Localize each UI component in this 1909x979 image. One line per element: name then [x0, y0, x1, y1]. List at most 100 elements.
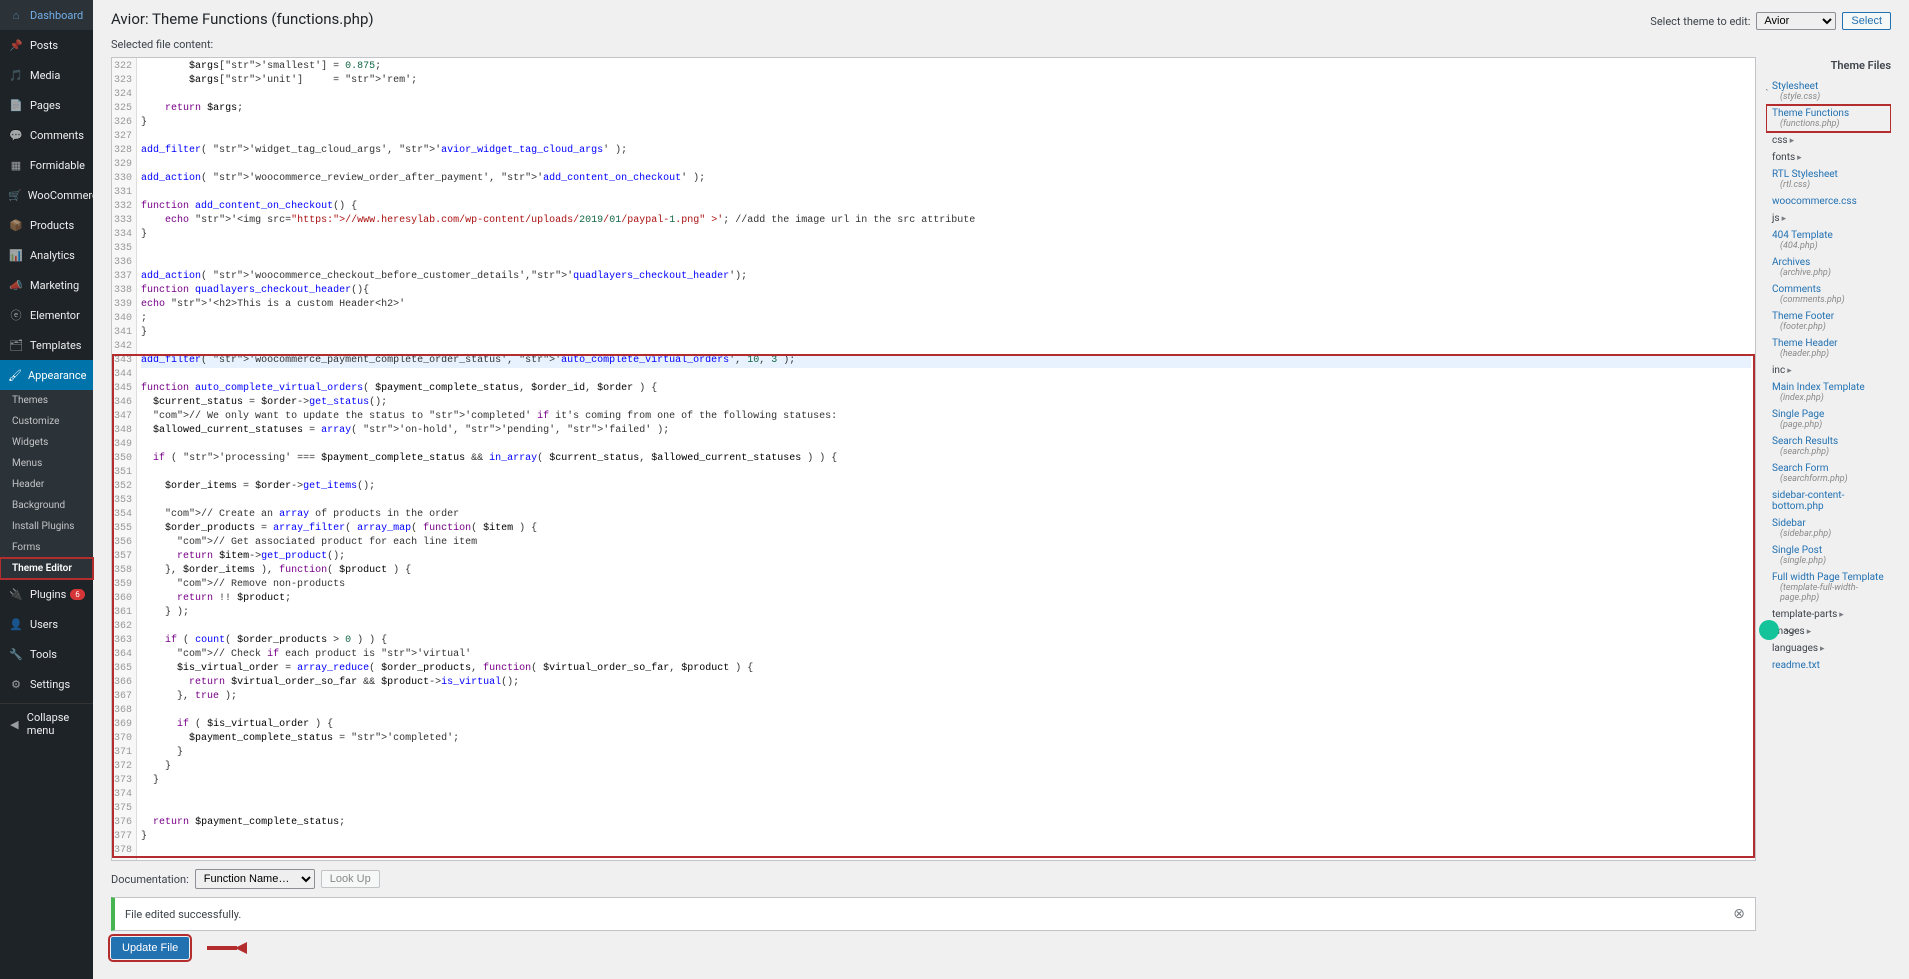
products-icon: 📦	[8, 217, 24, 233]
grammarly-chevron-icon[interactable]: ﹀	[1785, 626, 1797, 643]
tree-sub: (footer.php)	[1772, 322, 1889, 332]
dismiss-notice-icon[interactable]: ⊗	[1733, 906, 1745, 922]
tree-link[interactable]: Stylesheet	[1772, 81, 1889, 92]
tree-item[interactable]: Theme Functions(functions.php)	[1766, 105, 1891, 132]
scroll-up-icon[interactable]: ︿	[1766, 78, 1768, 93]
tree-item[interactable]: woocommerce.css	[1766, 193, 1891, 210]
tree-link[interactable]: Full width Page Template	[1772, 572, 1889, 583]
tree-link[interactable]: 404 Template	[1772, 230, 1889, 241]
tree-item[interactable]: Single Page(page.php)	[1766, 406, 1891, 433]
red-arrow-icon	[197, 940, 247, 956]
menu-item-formidable[interactable]: ▦Formidable	[0, 150, 93, 180]
tree-link[interactable]: sidebar-content-bottom.php	[1772, 490, 1889, 512]
submenu-item-themes[interactable]: Themes	[0, 390, 93, 411]
collapse-icon: ◀	[8, 716, 21, 732]
tree-folder-js[interactable]: js▸	[1766, 210, 1891, 227]
tree-folder-css[interactable]: css▸	[1766, 132, 1891, 149]
tree-item[interactable]: Theme Footer(footer.php)	[1766, 308, 1891, 335]
select-theme-button[interactable]: Select	[1842, 12, 1891, 30]
code-editor[interactable]: 3223233243253263273283293303313323333343…	[111, 57, 1756, 861]
tree-link[interactable]: Single Post	[1772, 545, 1889, 556]
submenu-item-forms[interactable]: Forms	[0, 537, 93, 558]
tree-link[interactable]: Theme Header	[1772, 338, 1889, 349]
submenu-item-theme-editor[interactable]: Theme Editor	[0, 558, 93, 579]
tree-link[interactable]: Archives	[1772, 257, 1889, 268]
update-file-button[interactable]: Update File	[111, 937, 189, 959]
menu-item-templates[interactable]: 🗂Templates	[0, 330, 93, 360]
menu-item-comments[interactable]: 💬Comments	[0, 120, 93, 150]
tree-item[interactable]: sidebar-content-bottom.php	[1766, 487, 1891, 515]
documentation-row: Documentation: Function Name… Look Up	[111, 869, 1756, 889]
theme-select[interactable]: Avior	[1756, 12, 1836, 30]
notice-text: File edited successfully.	[125, 908, 241, 921]
grammarly-badge-icon[interactable]	[1759, 620, 1779, 640]
menu-item-dashboard[interactable]: ⌂Dashboard	[0, 0, 93, 30]
tree-link[interactable]: Comments	[1772, 284, 1889, 295]
menu-item-tools[interactable]: 🔧Tools	[0, 639, 93, 669]
tree-sub: (index.php)	[1772, 393, 1889, 403]
marketing-icon: 📣	[8, 277, 24, 293]
tree-folder-inc[interactable]: inc▸	[1766, 362, 1891, 379]
editor-code[interactable]: $args["str">'smallest'] = 0.875; $args["…	[137, 58, 1755, 860]
menu-label: Posts	[30, 39, 58, 52]
tree-folder-template-parts[interactable]: template-parts▸	[1766, 606, 1891, 623]
tree-item[interactable]: Main Index Template(index.php)	[1766, 379, 1891, 406]
menu-label: Plugins	[30, 588, 66, 601]
tree-link[interactable]: Single Page	[1772, 409, 1889, 420]
tree-link[interactable]: Theme Footer	[1772, 311, 1889, 322]
select-theme-label: Select theme to edit:	[1650, 15, 1750, 28]
elementor-icon: ⓔ	[8, 307, 24, 323]
docs-select[interactable]: Function Name…	[195, 869, 315, 889]
theme-files-list[interactable]: ︿ Stylesheet(style.css)Theme Functions(f…	[1766, 78, 1891, 668]
menu-item-appearance[interactable]: 🖌Appearance	[0, 360, 93, 390]
tree-item[interactable]: Full width Page Template(template-full-w…	[1766, 569, 1891, 606]
menu-item-plugins[interactable]: 🔌Plugins6	[0, 579, 93, 609]
submenu-item-install-plugins[interactable]: Install Plugins	[0, 516, 93, 537]
tree-link[interactable]: Main Index Template	[1772, 382, 1889, 393]
tree-item[interactable]: Sidebar(sidebar.php)	[1766, 515, 1891, 542]
tree-sub: (comments.php)	[1772, 295, 1889, 305]
tree-link[interactable]: Search Form	[1772, 463, 1889, 474]
tree-sub: (single.php)	[1772, 556, 1889, 566]
tree-item[interactable]: Search Results(search.php)	[1766, 433, 1891, 460]
tree-link[interactable]: Sidebar	[1772, 518, 1889, 529]
submenu-item-background[interactable]: Background	[0, 495, 93, 516]
tree-link[interactable]: Search Results	[1772, 436, 1889, 447]
collapse-menu[interactable]: ◀ Collapse menu	[0, 703, 93, 744]
tree-link[interactable]: readme.txt	[1772, 660, 1889, 668]
menu-item-analytics[interactable]: 📊Analytics	[0, 240, 93, 270]
tree-item[interactable]: Comments(comments.php)	[1766, 281, 1891, 308]
menu-item-pages[interactable]: 📄Pages	[0, 90, 93, 120]
tree-item[interactable]: 404 Template(404.php)	[1766, 227, 1891, 254]
menu-label: Media	[30, 69, 60, 82]
menu-item-woocommerce[interactable]: 🛒WooCommerce	[0, 180, 93, 210]
submenu-item-customize[interactable]: Customize	[0, 411, 93, 432]
menu-item-media[interactable]: 🎵Media	[0, 60, 93, 90]
submenu-item-widgets[interactable]: Widgets	[0, 432, 93, 453]
lookup-button[interactable]: Look Up	[321, 870, 380, 888]
tree-item[interactable]: Stylesheet(style.css)	[1766, 78, 1891, 105]
menu-item-posts[interactable]: 📌Posts	[0, 30, 93, 60]
tree-item[interactable]: readme.txt	[1766, 657, 1891, 668]
submenu-item-menus[interactable]: Menus	[0, 453, 93, 474]
menu-item-products[interactable]: 📦 Products	[0, 210, 93, 240]
menu-item-marketing[interactable]: 📣Marketing	[0, 270, 93, 300]
menu-item-settings[interactable]: ⚙Settings	[0, 669, 93, 699]
submenu-item-header[interactable]: Header	[0, 474, 93, 495]
tree-folder-fonts[interactable]: fonts▸	[1766, 149, 1891, 166]
tree-item[interactable]: Archives(archive.php)	[1766, 254, 1891, 281]
tree-link[interactable]: woocommerce.css	[1772, 196, 1889, 207]
tree-link[interactable]: Theme Functions	[1772, 108, 1889, 119]
analytics-icon: 📊	[8, 247, 24, 263]
tree-item[interactable]: RTL Stylesheet(rtl.css)	[1766, 166, 1891, 193]
tree-item[interactable]: Theme Header(header.php)	[1766, 335, 1891, 362]
tree-link[interactable]: RTL Stylesheet	[1772, 169, 1889, 180]
chevron-right-icon: ▸	[1797, 153, 1802, 163]
tree-item[interactable]: Search Form(searchform.php)	[1766, 460, 1891, 487]
tree-item[interactable]: Single Post(single.php)	[1766, 542, 1891, 569]
menu-label: Products	[30, 219, 74, 232]
menu-item-elementor[interactable]: ⓔElementor	[0, 300, 93, 330]
theme-files-title: Theme Files	[1766, 57, 1891, 78]
menu-item-users[interactable]: 👤Users	[0, 609, 93, 639]
success-notice: File edited successfully. ⊗	[111, 897, 1756, 931]
